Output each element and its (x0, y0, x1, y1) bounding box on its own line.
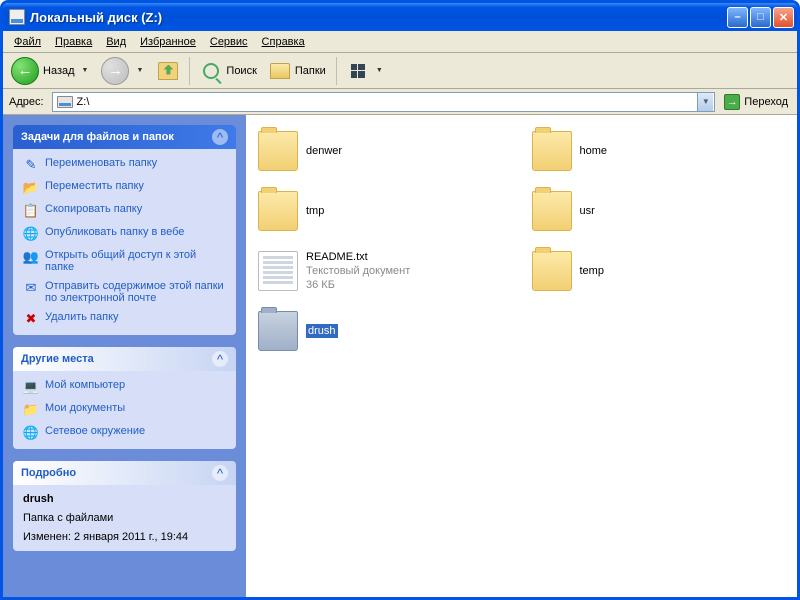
folder-tmp[interactable]: tmp (258, 187, 512, 235)
folder-icon (532, 251, 572, 291)
tasks-title: Задачи для файлов и папок (21, 131, 174, 143)
folder-drush[interactable]: drush (258, 307, 512, 355)
file-readme[interactable]: README.txt Текстовый документ 36 КБ (258, 247, 512, 295)
collapse-icon[interactable]: ^ (212, 465, 228, 481)
back-dropdown-icon[interactable]: ▼ (79, 67, 92, 74)
folder-denwer[interactable]: denwer (258, 127, 512, 175)
toolbar: ← Назад ▼ → ▼ Поиск Папки ▼ (3, 53, 797, 89)
menu-tools[interactable]: Сервис (203, 34, 255, 50)
go-label: Переход (744, 96, 788, 108)
folder-temp[interactable]: temp (532, 247, 786, 295)
back-label: Назад (43, 65, 75, 77)
places-panel: Другие места ^ 💻Мой компьютер 📁Мои докум… (13, 347, 236, 449)
folder-icon (532, 131, 572, 171)
tasks-panel: Задачи для файлов и папок ^ ✎Переименова… (13, 125, 236, 335)
minimize-button[interactable]: – (727, 7, 748, 28)
folder-home[interactable]: home (532, 127, 786, 175)
folder-icon (258, 311, 298, 351)
documents-icon: 📁 (23, 402, 39, 418)
copy-icon: 📋 (23, 203, 39, 219)
views-button[interactable]: ▼ (342, 58, 391, 84)
network-icon: 🌐 (23, 425, 39, 441)
folders-button[interactable]: Папки (264, 58, 331, 84)
folder-icon (258, 191, 298, 231)
places-header[interactable]: Другие места ^ (13, 347, 236, 371)
separator (189, 57, 190, 85)
drive-icon (57, 96, 73, 108)
collapse-icon[interactable]: ^ (212, 351, 228, 367)
details-panel: Подробно ^ drush Папка с файлами Изменен… (13, 461, 236, 551)
place-network[interactable]: 🌐Сетевое окружение (23, 425, 226, 441)
address-bar: Адрес: Z:\ ▼ → Переход (3, 89, 797, 115)
go-button[interactable]: → Переход (719, 92, 793, 112)
folder-icon (532, 191, 572, 231)
details-name: drush (23, 493, 54, 505)
forward-icon: → (101, 57, 129, 85)
details-type: Папка с файлами (23, 512, 226, 524)
collapse-icon[interactable]: ^ (212, 129, 228, 145)
folder-up-icon (158, 62, 178, 80)
text-file-icon (258, 251, 298, 291)
address-label: Адрес: (7, 96, 48, 108)
task-rename[interactable]: ✎Переименовать папку (23, 157, 226, 173)
views-icon (351, 64, 365, 78)
address-dropdown-button[interactable]: ▼ (697, 93, 713, 111)
separator (336, 57, 337, 85)
search-button[interactable]: Поиск (195, 58, 261, 84)
back-icon: ← (11, 57, 39, 85)
tasks-header[interactable]: Задачи для файлов и папок ^ (13, 125, 236, 149)
task-share[interactable]: 👥Открыть общий доступ к этой папке (23, 249, 226, 273)
sidebar: Задачи для файлов и папок ^ ✎Переименова… (3, 115, 246, 597)
task-move[interactable]: 📂Переместить папку (23, 180, 226, 196)
folders-label: Папки (295, 65, 326, 77)
rename-icon: ✎ (23, 157, 39, 173)
address-value: Z:\ (77, 96, 694, 108)
explorer-window: Локальный диск (Z:) – □ ✕ Файл Правка Ви… (0, 0, 800, 600)
details-modified: Изменен: 2 января 2011 г., 19:44 (23, 531, 226, 543)
go-arrow-icon: → (724, 94, 740, 110)
menu-bar: Файл Правка Вид Избранное Сервис Справка (3, 31, 797, 53)
close-button[interactable]: ✕ (773, 7, 794, 28)
email-icon: ✉ (23, 280, 39, 296)
menu-file[interactable]: Файл (7, 34, 48, 50)
search-icon (203, 63, 219, 79)
task-publish[interactable]: 🌐Опубликовать папку в вебе (23, 226, 226, 242)
publish-icon: 🌐 (23, 226, 39, 242)
maximize-button[interactable]: □ (750, 7, 771, 28)
window-title: Локальный диск (Z:) (30, 10, 727, 25)
views-dropdown-icon[interactable]: ▼ (373, 67, 386, 74)
titlebar[interactable]: Локальный диск (Z:) – □ ✕ (3, 3, 797, 31)
computer-icon: 💻 (23, 379, 39, 395)
details-title: Подробно (21, 467, 76, 479)
task-copy[interactable]: 📋Скопировать папку (23, 203, 226, 219)
folder-icon (258, 131, 298, 171)
up-button[interactable] (152, 58, 184, 84)
address-input[interactable]: Z:\ ▼ (52, 92, 716, 112)
forward-dropdown-icon[interactable]: ▼ (133, 67, 146, 74)
place-documents[interactable]: 📁Мои документы (23, 402, 226, 418)
move-icon: 📂 (23, 180, 39, 196)
back-button[interactable]: ← Назад ▼ (7, 55, 95, 87)
details-header[interactable]: Подробно ^ (13, 461, 236, 485)
forward-button[interactable]: → ▼ (97, 55, 150, 87)
file-pane[interactable]: denwer home tmp usr README. (246, 115, 797, 597)
search-label: Поиск (226, 65, 256, 77)
folder-usr[interactable]: usr (532, 187, 786, 235)
task-email[interactable]: ✉Отправить содержимое этой папки по элек… (23, 280, 226, 304)
place-computer[interactable]: 💻Мой компьютер (23, 379, 226, 395)
task-delete[interactable]: ✖Удалить папку (23, 311, 226, 327)
menu-help[interactable]: Справка (255, 34, 312, 50)
folders-icon (270, 63, 290, 79)
share-icon: 👥 (23, 249, 39, 265)
menu-favorites[interactable]: Избранное (133, 34, 203, 50)
delete-icon: ✖ (23, 311, 39, 327)
places-title: Другие места (21, 353, 94, 365)
menu-edit[interactable]: Правка (48, 34, 99, 50)
menu-view[interactable]: Вид (99, 34, 133, 50)
drive-icon (9, 9, 25, 25)
